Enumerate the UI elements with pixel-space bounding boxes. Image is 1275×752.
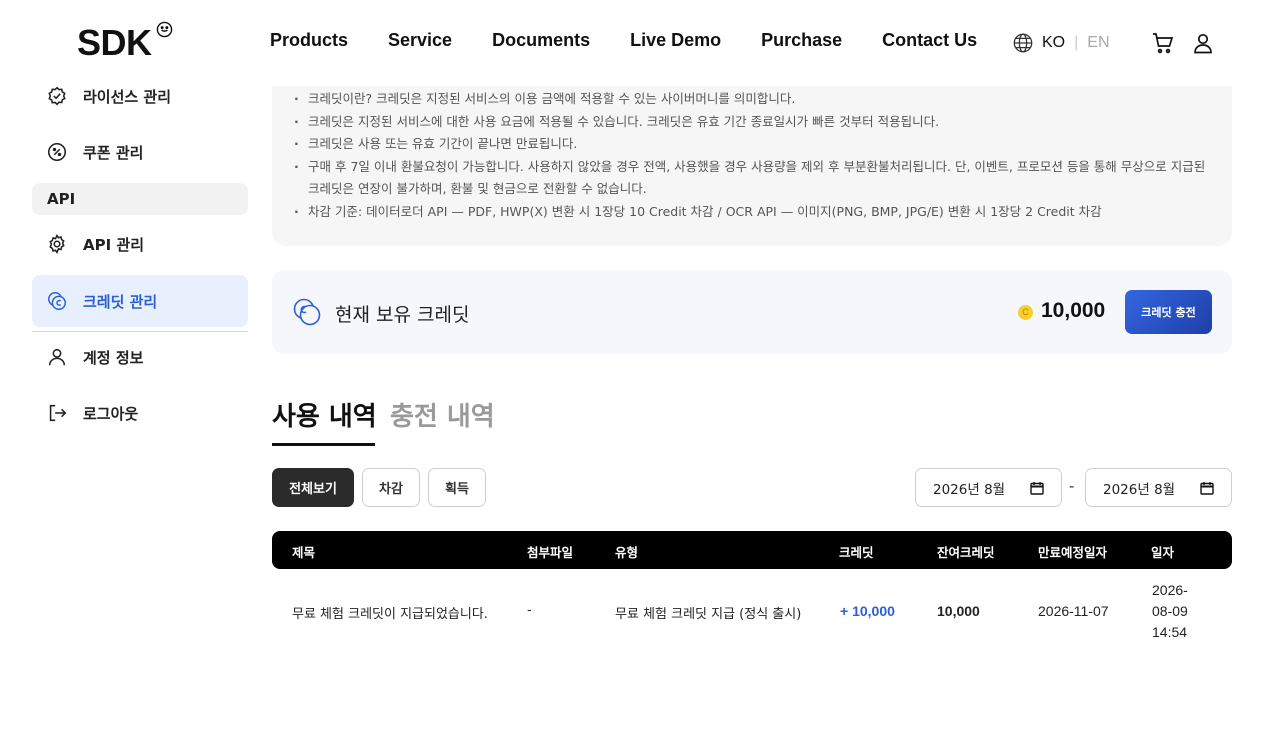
- sidebar-section-label: API: [47, 190, 76, 208]
- row-remaining: 10,000: [937, 603, 980, 619]
- notice-item: 구매 후 7일 이내 환불요청이 가능합니다. 사용하지 않았을 경우 전액, …: [294, 156, 1208, 201]
- row-type: 무료 체험 크레딧 지급 (정식 출시): [615, 607, 802, 622]
- column-header-attachment: 첨부파일: [527, 545, 574, 560]
- sidebar-item-label: 로그아웃: [83, 404, 139, 423]
- tab-usage-history[interactable]: 사용 내역: [272, 396, 377, 433]
- user-icon: [48, 348, 66, 366]
- lang-en[interactable]: EN: [1087, 34, 1109, 52]
- site-header: SDK Products Service Documents Live Demo…: [0, 0, 1275, 86]
- notice-item: 크레딧은 사용 또는 유효 기간이 끝나면 만료됩니다.: [294, 133, 1208, 156]
- credit-coin-icon: [293, 298, 321, 326]
- column-header-type: 유형: [615, 545, 639, 560]
- active-tab-indicator: [272, 443, 375, 446]
- sidebar-item-label: 라이선스 관리: [83, 87, 172, 106]
- table-header: 제목 첨부파일 유형 크레딧 잔여크레딧 만료예정일자 일자: [272, 531, 1232, 569]
- coin-icon: C: [1018, 305, 1033, 320]
- language-switcher: KO | EN: [1012, 32, 1110, 54]
- sidebar-item-logout[interactable]: 로그아웃: [32, 387, 248, 439]
- logout-icon: [49, 404, 67, 422]
- lang-ko[interactable]: KO: [1042, 34, 1065, 52]
- sidebar-item-account[interactable]: 계정 정보: [32, 331, 248, 383]
- license-icon: [48, 86, 66, 106]
- charge-credit-button[interactable]: 크레딧 충전: [1125, 290, 1212, 334]
- date-to-value: 2026년 8월: [1103, 481, 1176, 498]
- current-credit-label: 현재 보유 크레딧: [335, 304, 470, 326]
- sidebar-item-coupon[interactable]: 쿠폰 관리: [32, 126, 248, 178]
- notice-list: 크레딧이란? 크레딧은 지정된 서비스의 이용 금액에 적용할 수 있는 사이버…: [294, 88, 1208, 223]
- date-range-dash: -: [1069, 477, 1075, 495]
- column-header-credit: 크레딧: [839, 545, 874, 560]
- nav-documents[interactable]: Documents: [492, 30, 590, 51]
- notice-item: 크레딧이란? 크레딧은 지정된 서비스의 이용 금액에 적용할 수 있는 사이버…: [294, 88, 1208, 111]
- sidebar-item-label: API 관리: [83, 235, 145, 254]
- row-attachment: -: [527, 603, 532, 618]
- globe-icon: [1013, 33, 1033, 53]
- current-credit-amount: 10,000: [1041, 299, 1106, 322]
- filter-gain-button[interactable]: 획득: [428, 468, 486, 507]
- row-title: 무료 체험 크레딧이 지급되었습니다.: [292, 607, 488, 622]
- date-to-input[interactable]: 2026년 8월: [1085, 468, 1232, 507]
- sidebar-item-credit-manage[interactable]: 크레딧 관리: [32, 275, 248, 327]
- calendar-icon: [1030, 482, 1044, 495]
- sidebar-section-api: API: [32, 183, 248, 215]
- main-nav: Products Service Documents Live Demo Pur…: [270, 30, 1017, 51]
- credit-notice: 크레딧이란? 크레딧은 지정된 서비스의 이용 금액에 적용할 수 있는 사이버…: [272, 60, 1232, 246]
- column-header-title: 제목: [292, 545, 316, 560]
- sidebar-item-label: 크레딧 관리: [83, 292, 158, 311]
- column-header-date: 일자: [1151, 545, 1175, 560]
- row-expiry: 2026-11-07: [1038, 603, 1109, 619]
- nav-products[interactable]: Products: [270, 30, 348, 51]
- current-credit-card: 현재 보유 크레딧 C 10,000 크레딧 충전: [272, 270, 1232, 354]
- date-from-value: 2026년 8월: [933, 481, 1006, 498]
- lang-separator: |: [1074, 34, 1079, 51]
- cart-icon[interactable]: [1151, 31, 1175, 55]
- filter-deduct-button[interactable]: 차감: [362, 468, 420, 507]
- gear-icon: [49, 234, 65, 255]
- nav-contact-us[interactable]: Contact Us: [882, 30, 977, 51]
- row-credit: + 10,000: [840, 603, 895, 619]
- sidebar-item-api-manage[interactable]: API 관리: [32, 218, 248, 270]
- sidebar-item-label: 쿠폰 관리: [83, 143, 144, 162]
- sidebar-item-label: 계정 정보: [83, 348, 144, 367]
- column-header-remaining: 잔여크레딧: [937, 545, 995, 560]
- sdk-logo[interactable]: SDK: [77, 22, 152, 64]
- nav-service[interactable]: Service: [388, 30, 452, 51]
- nav-live-demo[interactable]: Live Demo: [630, 30, 721, 51]
- nav-purchase[interactable]: Purchase: [761, 30, 842, 51]
- date-from-input[interactable]: 2026년 8월: [915, 468, 1062, 507]
- logo-badge-icon: [156, 21, 173, 38]
- filter-all-button[interactable]: 전체보기: [272, 468, 354, 507]
- notice-item: 크레딧은 지정된 서비스에 대한 사용 요금에 적용될 수 있습니다. 크레딧은…: [294, 111, 1208, 134]
- column-header-expiry: 만료예정일자: [1038, 545, 1108, 560]
- notice-item: 차감 기준: 데이터로더 API — PDF, HWP(X) 변환 시 1장당 …: [294, 201, 1208, 224]
- calendar-icon: [1200, 482, 1214, 495]
- coupon-icon: [47, 142, 67, 162]
- tab-charge-history[interactable]: 충전 내역: [390, 396, 495, 433]
- credit-coin-icon: [48, 292, 66, 310]
- user-icon[interactable]: [1191, 31, 1215, 55]
- row-date: 2026-08-09 14:54: [1152, 582, 1188, 640]
